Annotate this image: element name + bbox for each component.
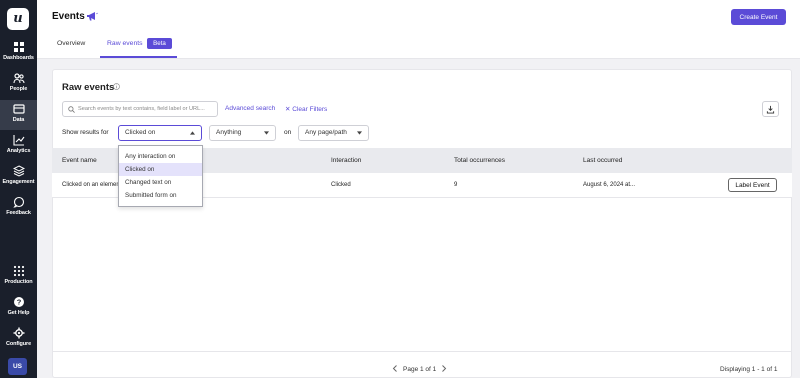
advanced-search-link[interactable]: Advanced search: [225, 105, 275, 112]
download-button[interactable]: [762, 101, 779, 117]
create-event-button[interactable]: Create Event: [731, 9, 786, 25]
chevron-right-icon[interactable]: [441, 365, 447, 372]
apps-icon: [13, 265, 24, 277]
beta-badge: Beta: [147, 38, 172, 49]
panel-title: Raw events: [62, 82, 115, 93]
sidebar-item-label: Dashboards: [3, 55, 34, 61]
sidebar-item-configure[interactable]: Configure: [0, 324, 37, 354]
download-icon: [766, 105, 775, 114]
tab-overview[interactable]: Overview: [57, 40, 85, 47]
sidebar-item-label: People: [9, 86, 28, 92]
page-path-select-value: Any page/path: [305, 129, 347, 136]
show-results-label: Show results for: [62, 129, 109, 136]
sidebar-item-analytics[interactable]: Analytics: [0, 131, 37, 161]
chevron-left-icon[interactable]: [392, 365, 398, 372]
sidebar-item-production[interactable]: Production: [0, 262, 37, 292]
chat-icon: [12, 196, 24, 208]
column-header-event-name[interactable]: Event name: [62, 157, 97, 164]
on-label: on: [284, 129, 292, 136]
info-icon[interactable]: [113, 83, 120, 90]
caret-up-icon: [190, 131, 195, 135]
menu-item-selected[interactable]: Clicked on: [119, 163, 202, 176]
sidebar-item-dashboards[interactable]: Dashboards: [0, 38, 37, 68]
page-title: Events: [52, 11, 85, 22]
clear-filters-label: Clear Filters: [292, 106, 328, 113]
layers-icon: [12, 165, 25, 177]
sidebar-item-engagement[interactable]: Engagement: [0, 162, 37, 192]
menu-item[interactable]: Any interaction on: [119, 150, 202, 163]
active-tab-indicator: [100, 56, 177, 58]
cell-interaction: Clicked: [331, 182, 351, 188]
interaction-select-value: Clicked on: [125, 129, 156, 136]
search-icon: [68, 106, 75, 113]
megaphone-icon[interactable]: [86, 10, 98, 22]
sidebar: u Dashboards People Data Analytics Engag…: [0, 0, 37, 378]
sidebar-item-label: Configure: [5, 341, 32, 347]
help-icon: ?: [13, 297, 24, 307]
search-field[interactable]: [62, 101, 218, 117]
search-input[interactable]: [78, 103, 216, 115]
page-header: Events Create Event Overview Raw events …: [37, 0, 800, 59]
clear-filters-link[interactable]: ✕ Clear Filters: [285, 105, 327, 113]
menu-item[interactable]: Submitted form on: [119, 189, 202, 202]
grid-icon: [13, 42, 24, 52]
footer-divider: [52, 351, 792, 352]
text-match-select-value: Anything: [216, 129, 242, 136]
svg-text:?: ?: [16, 298, 21, 307]
sidebar-item-label: Engagement: [2, 179, 35, 185]
sidebar-item-data[interactable]: Data: [0, 100, 37, 130]
interaction-dropdown-menu: Any interaction on Clicked on Changed te…: [118, 145, 203, 207]
interaction-select[interactable]: Clicked on: [118, 125, 202, 141]
cell-event-name: Clicked on an element: [62, 182, 122, 188]
avatar[interactable]: US: [8, 358, 27, 375]
cell-last-occurred: August 6, 2024 at...: [583, 182, 636, 188]
sidebar-item-people[interactable]: People: [0, 69, 37, 99]
tab-raw-events[interactable]: Raw events: [107, 40, 143, 47]
menu-item[interactable]: Changed text on: [119, 176, 202, 189]
page-path-select[interactable]: Any page/path: [298, 125, 369, 141]
people-icon: [12, 73, 25, 84]
sidebar-item-label: Analytics: [6, 148, 31, 154]
chevron-down-icon: [264, 131, 269, 135]
app-logo[interactable]: u: [7, 8, 29, 30]
column-header-last-occurred[interactable]: Last occurred: [583, 157, 622, 164]
sidebar-item-label: Production: [4, 279, 33, 285]
column-header-interaction[interactable]: Interaction: [331, 157, 361, 164]
cell-total-occurrences: 9: [454, 182, 458, 188]
label-event-button[interactable]: Label Event: [728, 178, 777, 192]
sidebar-item-feedback[interactable]: Feedback: [0, 193, 37, 223]
gear-icon: [13, 327, 24, 339]
sidebar-item-label: Feedback: [6, 210, 31, 216]
chart-icon: [12, 135, 24, 146]
sidebar-item-get-help[interactable]: ? Get Help: [0, 293, 37, 323]
column-header-total-occurrences[interactable]: Total occurrences: [454, 157, 505, 164]
data-icon: [12, 104, 25, 114]
chevron-down-icon: [357, 131, 362, 135]
sidebar-item-label: Get Help: [7, 310, 30, 316]
sidebar-item-label: Data: [12, 117, 25, 123]
page-info: Page 1 of 1: [403, 366, 437, 373]
displaying-count: Displaying 1 - 1 of 1: [720, 366, 778, 373]
text-match-select[interactable]: Anything: [209, 125, 276, 141]
